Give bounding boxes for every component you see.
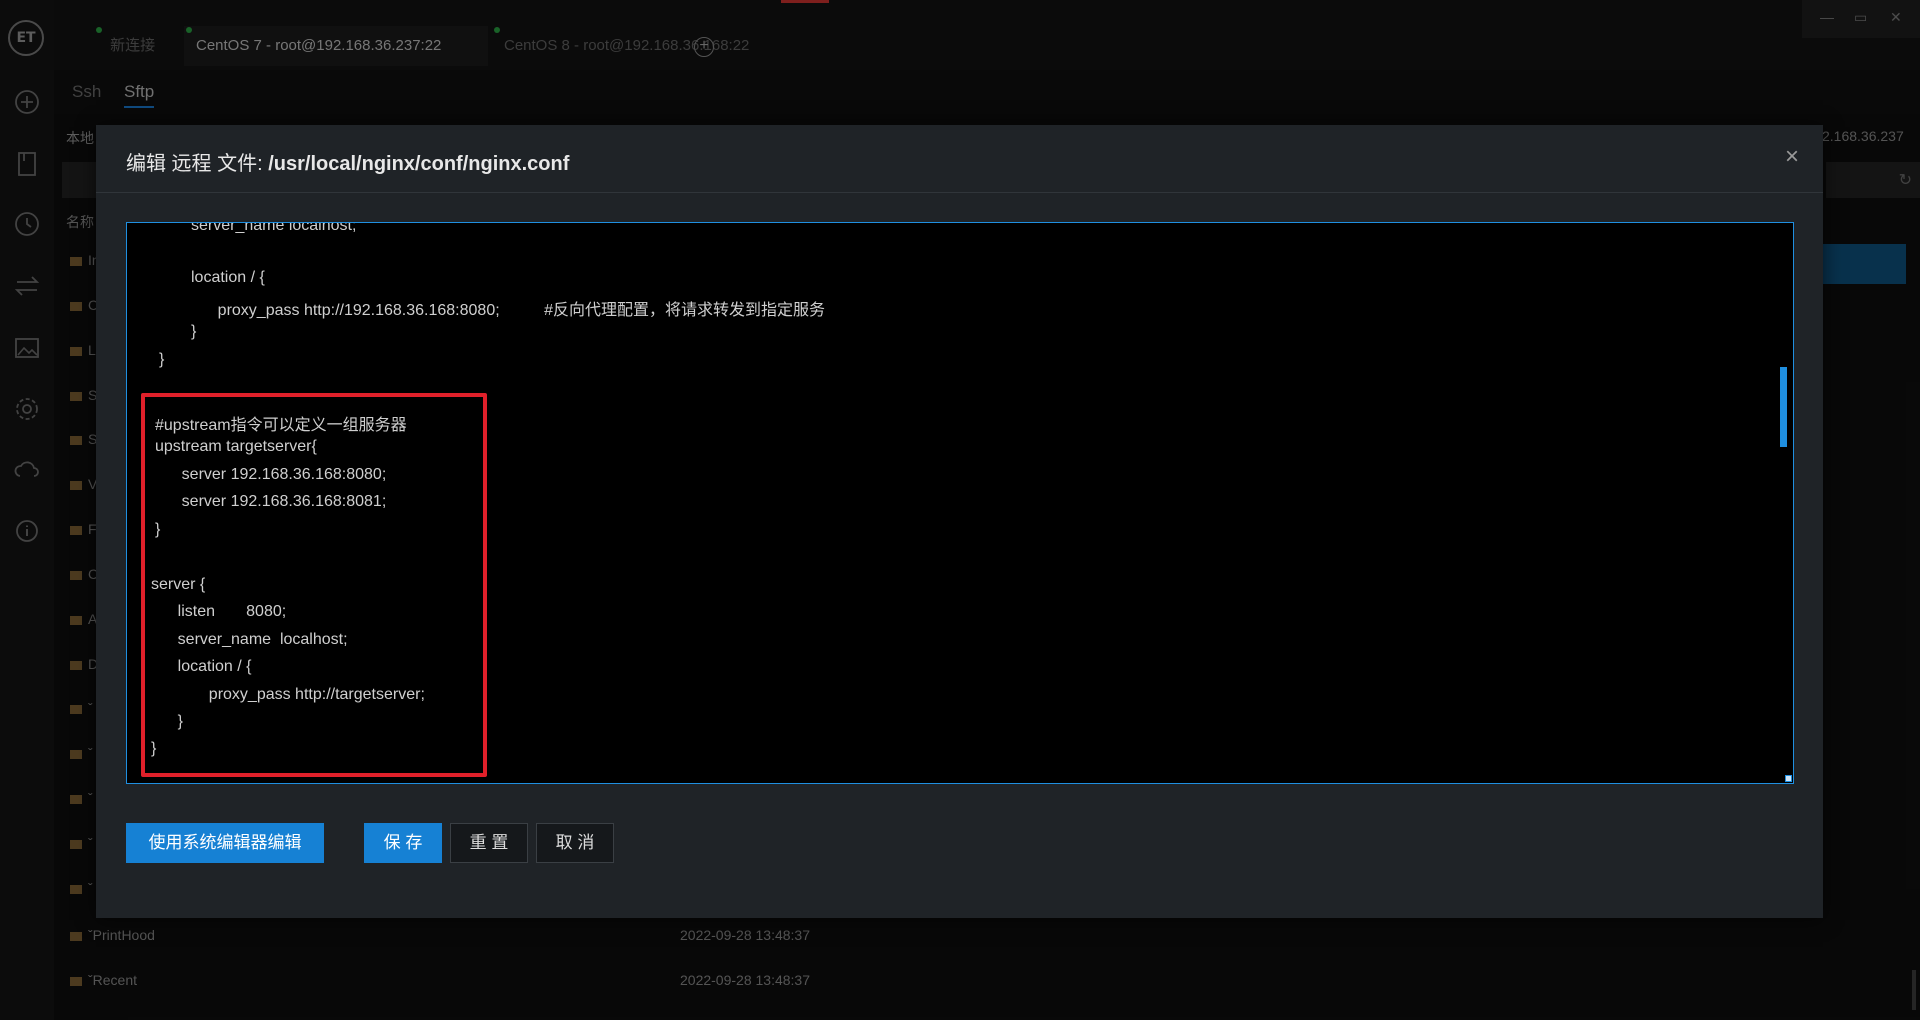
code-line: server_name localhost; — [191, 222, 357, 234]
code-line: } — [191, 323, 197, 340]
code-line: } — [151, 713, 184, 730]
system-editor-button[interactable]: 使用系统编辑器编辑 — [126, 823, 324, 863]
close-icon[interactable]: × — [1785, 145, 1799, 169]
dialog-title-path: /usr/local/nginx/conf/nginx.conf — [268, 153, 570, 175]
code-line: } — [151, 740, 157, 757]
code-line: } — [159, 351, 165, 368]
edit-remote-file-dialog: 编辑 远程 文件: /usr/local/nginx/conf/nginx.co… — [96, 125, 1823, 918]
cancel-button[interactable]: 取 消 — [536, 823, 614, 863]
code-line: proxy_pass http://targetserver; — [151, 686, 425, 703]
save-button[interactable]: 保 存 — [364, 823, 442, 863]
app-window: ET 新连接 CentOS 7 - root@192.168.36.237:22… — [0, 0, 1920, 1020]
code-line: proxy_pass http://192.168.36.168:8080; #… — [191, 302, 826, 319]
code-line: #upstream指令可以定义一组服务器 — [155, 417, 407, 434]
dialog-header: 编辑 远程 文件: /usr/local/nginx/conf/nginx.co… — [96, 125, 1823, 193]
code-line: server 192.168.36.168:8080; — [155, 466, 387, 483]
code-editor[interactable]: server_name localhost; location / { proxy… — [126, 222, 1794, 784]
code-line: } — [155, 521, 161, 538]
resize-grip[interactable] — [1785, 775, 1792, 782]
dialog-title-prefix: 编辑 远程 文件: — [126, 153, 269, 175]
reset-button[interactable]: 重 置 — [450, 823, 528, 863]
code-line: listen 8080; — [151, 603, 287, 620]
editor-scrollbar[interactable] — [1780, 367, 1787, 447]
code-line: server_name localhost; — [151, 631, 348, 648]
code-line: server 192.168.36.168:8081; — [155, 493, 387, 510]
dialog-title: 编辑 远程 文件: /usr/local/nginx/conf/nginx.co… — [126, 147, 569, 176]
code-line: server { — [151, 576, 206, 593]
code-line: upstream targetserver{ — [155, 438, 317, 455]
code-line: location / { — [191, 269, 265, 286]
code-line: location / { — [151, 658, 252, 675]
